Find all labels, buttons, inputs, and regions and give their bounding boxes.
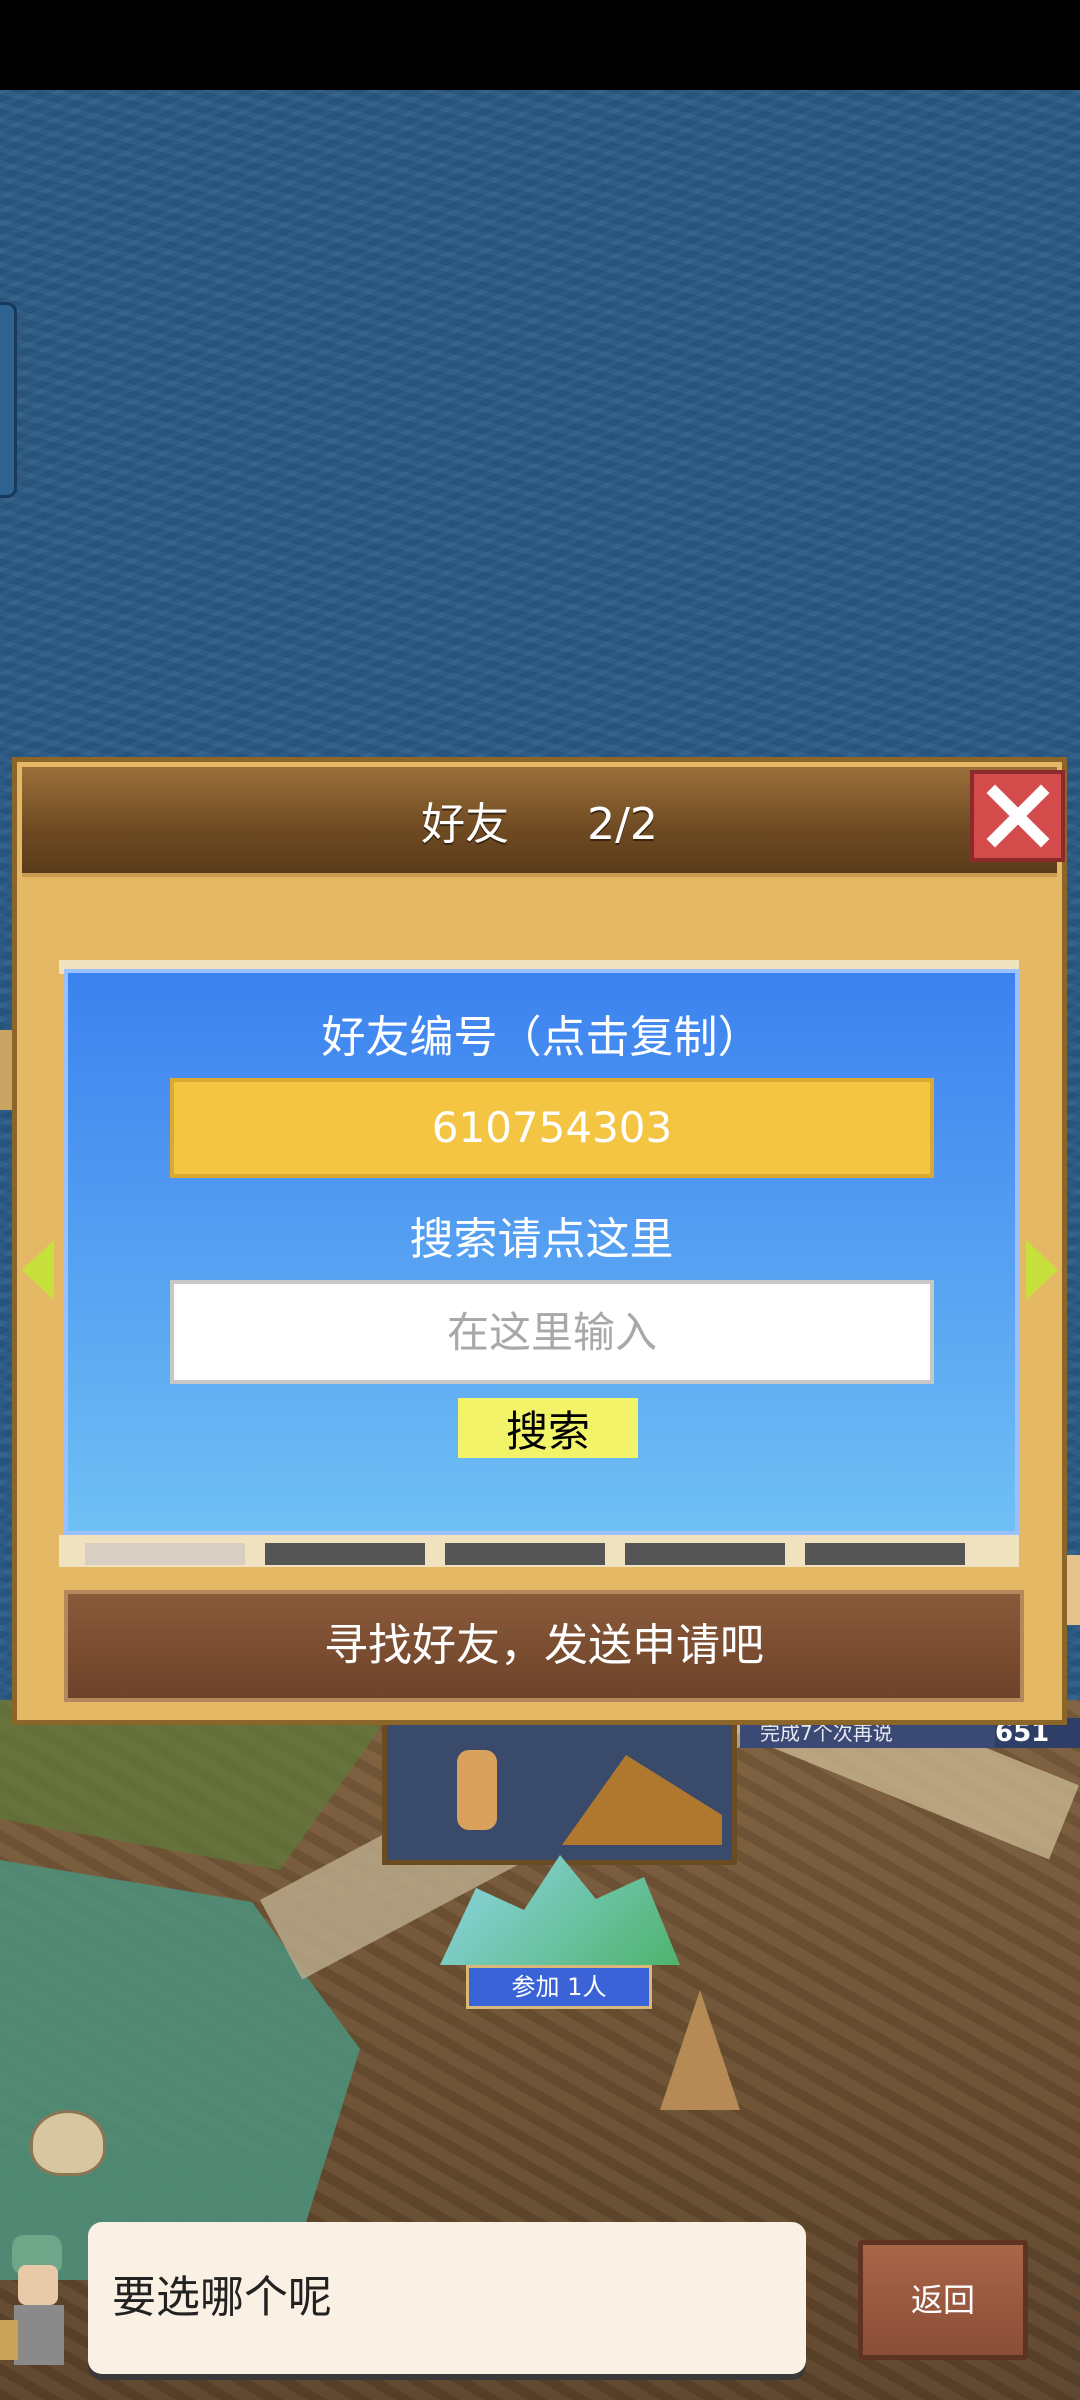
tabs-strip (59, 1535, 1019, 1567)
arrow-right-icon[interactable] (1026, 1240, 1058, 1300)
panel-title-text: 好友 (421, 799, 510, 850)
friend-id-label: 好友编号（点击复制） (321, 1012, 762, 1063)
tab-3[interactable] (445, 1543, 605, 1565)
search-input[interactable] (170, 1280, 934, 1384)
dialog-text: 要选哪个呢 (112, 2272, 332, 2323)
friend-id-box: 好友编号（点击复制） 610754303 搜索请点这里 搜索 (64, 969, 1019, 1535)
tab-2[interactable] (265, 1543, 425, 1565)
close-button[interactable] (970, 770, 1065, 862)
arrow-left-icon[interactable] (22, 1240, 54, 1300)
panel-title: 好友 2/2 (22, 767, 1057, 873)
join-tag[interactable]: 参加 1人 (466, 1965, 652, 2009)
tab-5[interactable] (805, 1543, 965, 1565)
find-friends-bar[interactable]: 寻找好友，发送申请吧 (64, 1590, 1024, 1702)
friend-id-field[interactable]: 610754303 (170, 1078, 934, 1178)
search-button[interactable]: 搜索 (458, 1398, 638, 1458)
back-button[interactable]: 返回 (858, 2240, 1028, 2360)
dungeon-cave-art (562, 1755, 722, 1845)
tab-4[interactable] (625, 1543, 785, 1565)
status-bar (0, 0, 1080, 90)
side-drawer-tab[interactable] (0, 302, 17, 498)
friends-panel: 好友 2/2 好友编号（点击复制） 610754303 搜索请点这里 搜索 寻找… (12, 757, 1067, 1725)
panel-header: 好友 2/2 (22, 767, 1065, 877)
dungeon-card[interactable] (382, 1720, 737, 1865)
panel-page-indicator: 2/2 (587, 799, 658, 850)
search-label: 搜索请点这里 (409, 1214, 674, 1265)
close-icon (986, 784, 1049, 848)
map-rock (30, 2110, 106, 2176)
dialog-box: 要选哪个呢 (88, 2222, 806, 2374)
dungeon-hero-art (457, 1750, 497, 1830)
tab-popularity[interactable] (85, 1543, 245, 1565)
avatar-icon (0, 2235, 64, 2365)
